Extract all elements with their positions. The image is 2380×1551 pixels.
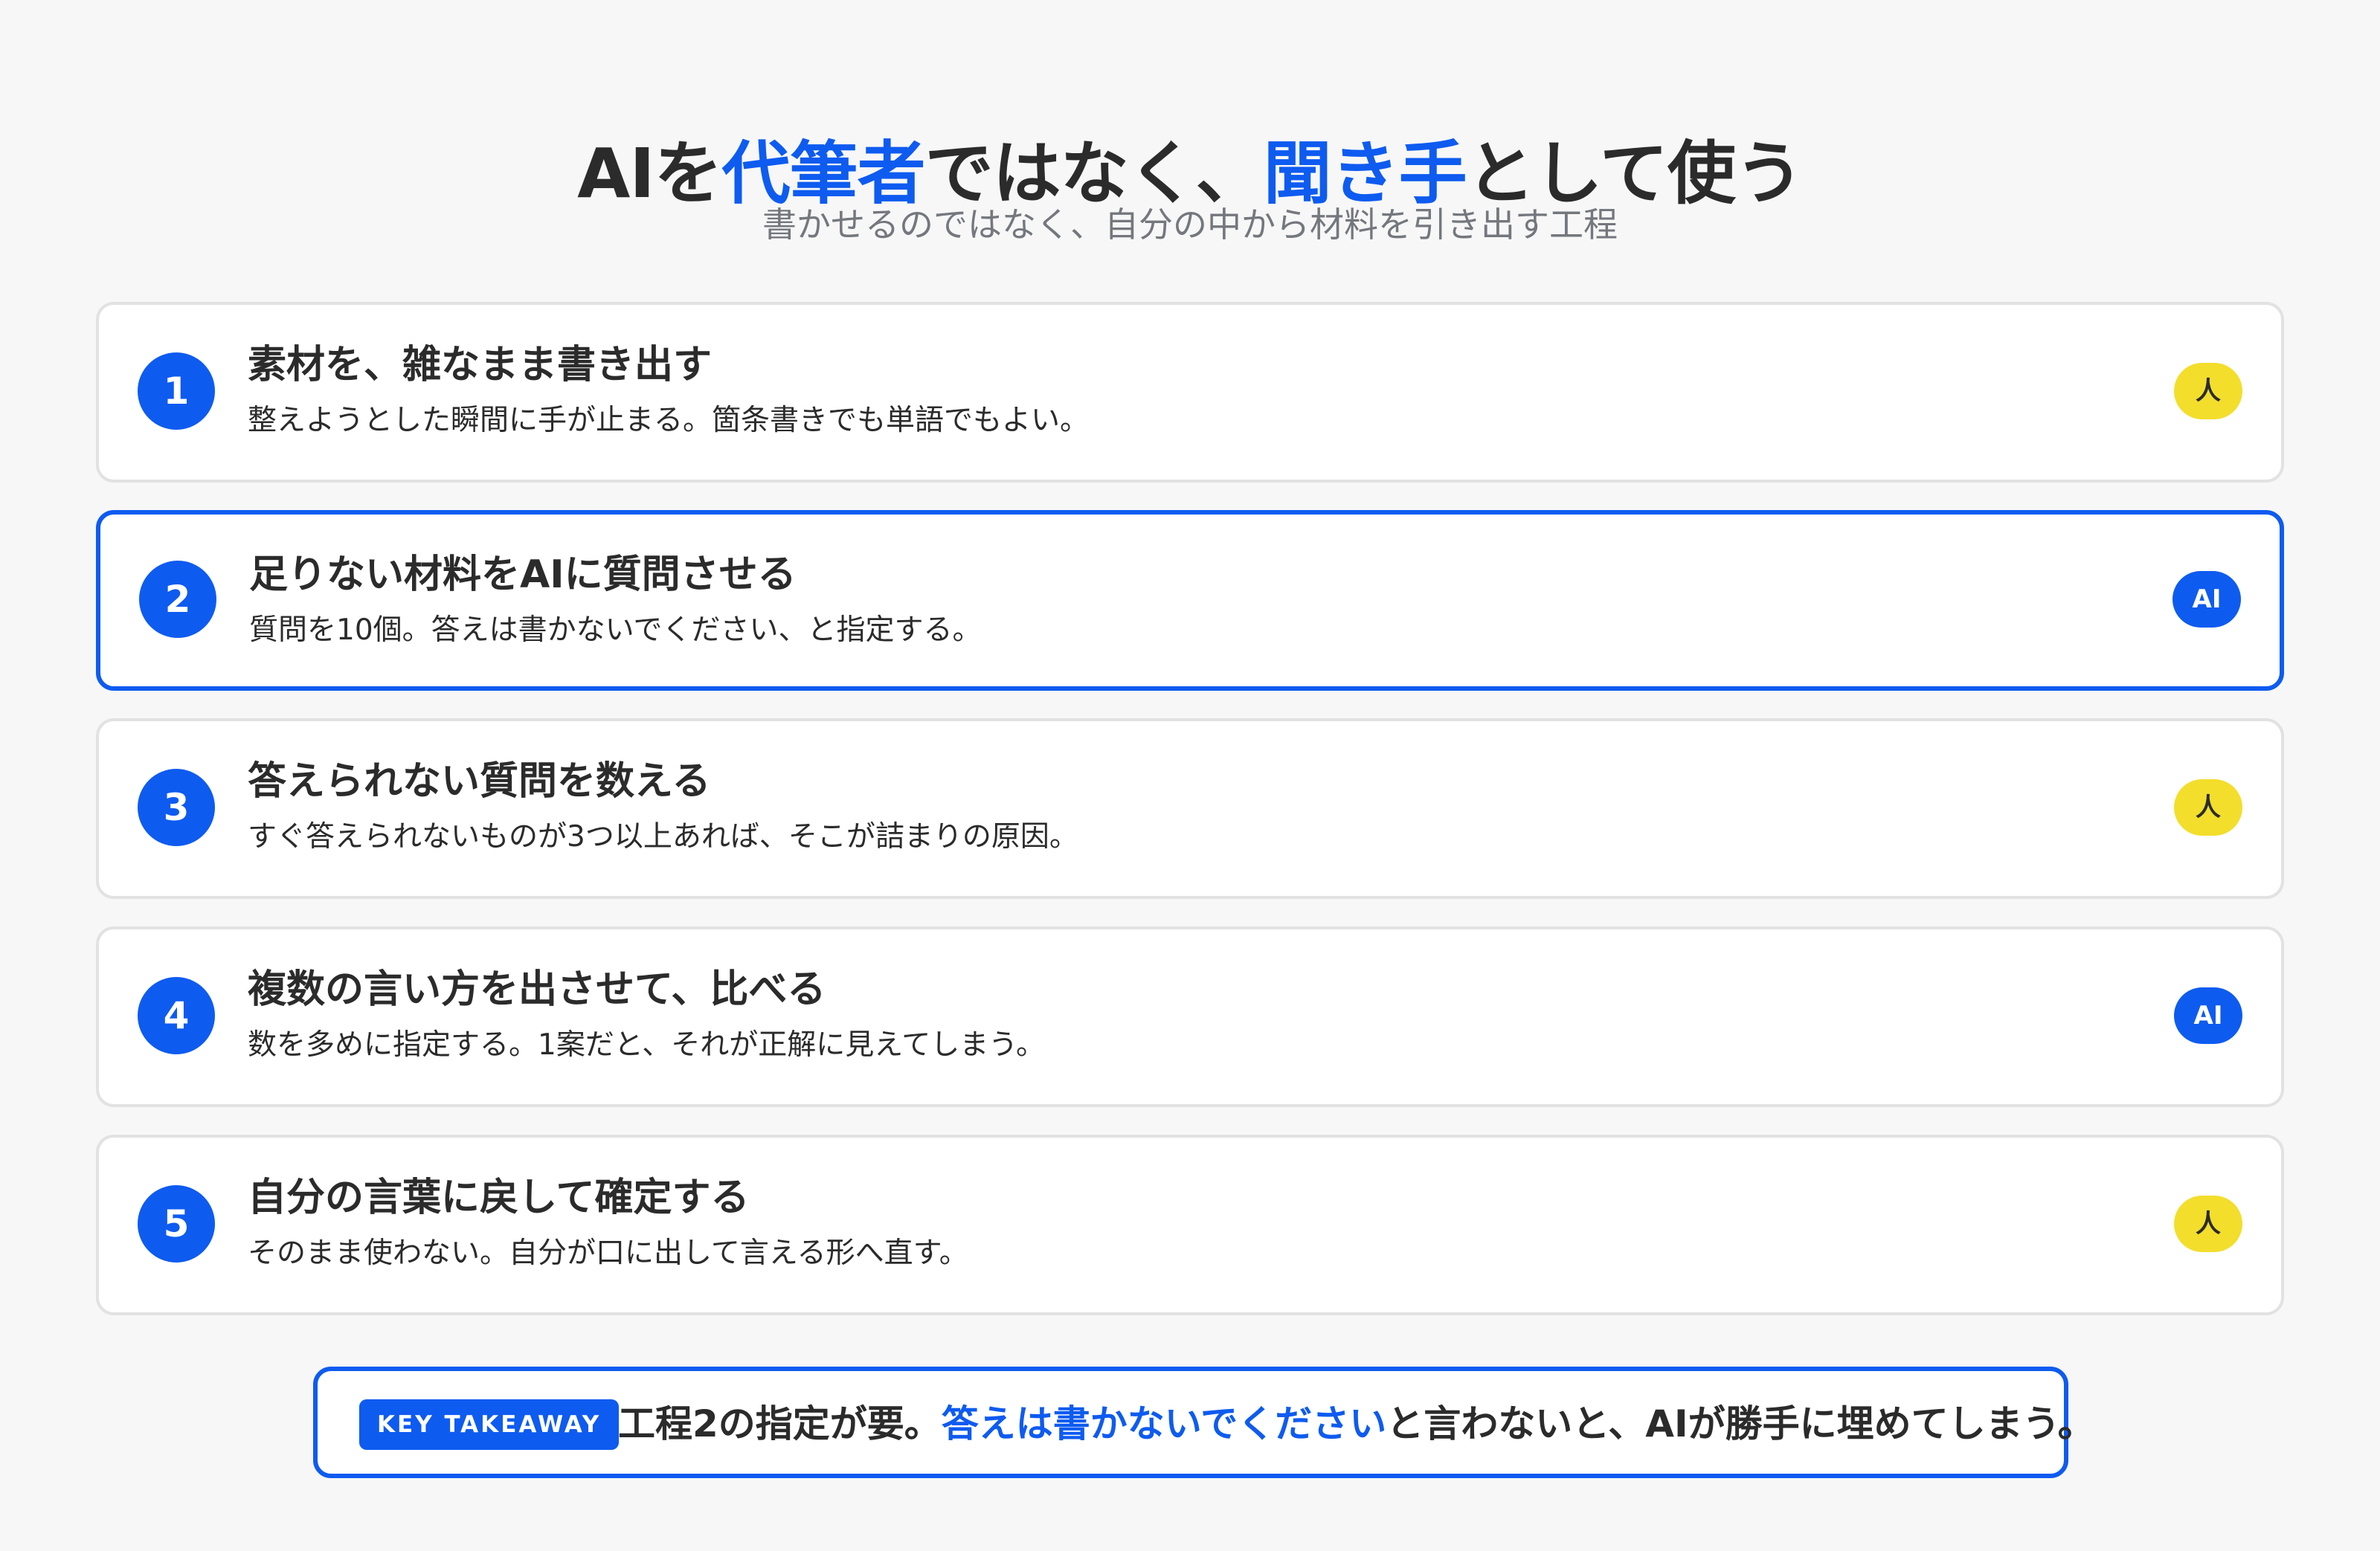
step-number-badge: 4	[138, 976, 215, 1054]
step-card-5: 5 自分の言葉に戻して確定する そのまま使わない。自分が口に出して言える形へ直す…	[96, 1135, 2284, 1315]
step-card-4: 4 複数の言い方を出させて、比べる 数を多めに指定する。1案だと、それが正解に見…	[96, 926, 2284, 1107]
step-number-badge: 5	[138, 1184, 215, 1263]
step-card-3: 3 答えられない質問を数える すぐ答えられないものが3つ以上あれば、そこが詰まり…	[96, 718, 2284, 899]
step-description: 数を多めに指定する。1案だと、それが正解に見えてしまう。	[248, 1028, 1045, 1062]
takeaway-text-accent: 答えは書かないでください	[941, 1402, 1387, 1445]
human-badge: 人	[2174, 1195, 2242, 1252]
human-badge: 人	[2174, 778, 2242, 836]
step-card-2: 2 足りない材料をAIに質問させる 質問を10個。答えは書かないでください、と指…	[96, 510, 2284, 691]
step-title: 素材を、雑なまま書き出す	[248, 343, 713, 387]
step-description: 整えようとした瞬間に手が止まる。箇条書きでも単語でもよい。	[248, 404, 1090, 437]
takeaway-text-part1: 工程2の指定が要。	[618, 1402, 942, 1445]
ai-badge: AI	[2172, 570, 2241, 628]
takeaway-text-part2: と言わないと、AIが勝手に埋めてしまう。	[1386, 1402, 2095, 1445]
step-number-badge: 1	[138, 352, 215, 430]
title-part3: として使う	[1466, 133, 1804, 213]
ai-badge: AI	[2174, 987, 2242, 1044]
title-accent-listener: 聞き手	[1263, 133, 1467, 213]
step-title: 自分の言葉に戻して確定する	[248, 1176, 750, 1220]
page-subtitle: 書かせるのではなく、自分の中から材料を引き出す工程	[762, 204, 1618, 245]
step-title: 足りない材料をAIに質問させる	[249, 552, 797, 597]
step-title: 複数の言い方を出させて、比べる	[248, 967, 826, 1012]
human-badge: 人	[2174, 362, 2242, 419]
title-accent-ghostwriter: 代筆者	[721, 133, 926, 213]
step-description: そのまま使わない。自分が口に出して言える形へ直す。	[248, 1236, 968, 1270]
key-takeaway-tag: KEY TAKEAWAY	[359, 1399, 620, 1450]
title-part1: AIを	[577, 133, 722, 213]
key-takeaway-text: 工程2の指定が要。答えは書かないでくださいと言わないと、AIが勝手に埋めてしまう…	[618, 1398, 2095, 1450]
step-number-badge: 3	[138, 768, 215, 846]
steps-list: 1 素材を、雑なまま書き出す 整えようとした瞬間に手が止まる。箇条書きでも単語で…	[96, 302, 2284, 1343]
step-description: 質問を10個。答えは書かないでください、と指定する。	[249, 613, 982, 647]
step-description: すぐ答えられないものが3つ以上あれば、そこが詰まりの原因。	[248, 820, 1078, 854]
step-number-badge: 2	[139, 560, 216, 638]
step-card-1: 1 素材を、雑なまま書き出す 整えようとした瞬間に手が止まる。箇条書きでも単語で…	[96, 302, 2284, 483]
step-title: 答えられない質問を数える	[248, 759, 711, 804]
title-part2: ではなく、	[924, 133, 1264, 213]
key-takeaway-box: KEY TAKEAWAY 工程2の指定が要。答えは書かないでくださいと言わないと…	[313, 1367, 2095, 1478]
